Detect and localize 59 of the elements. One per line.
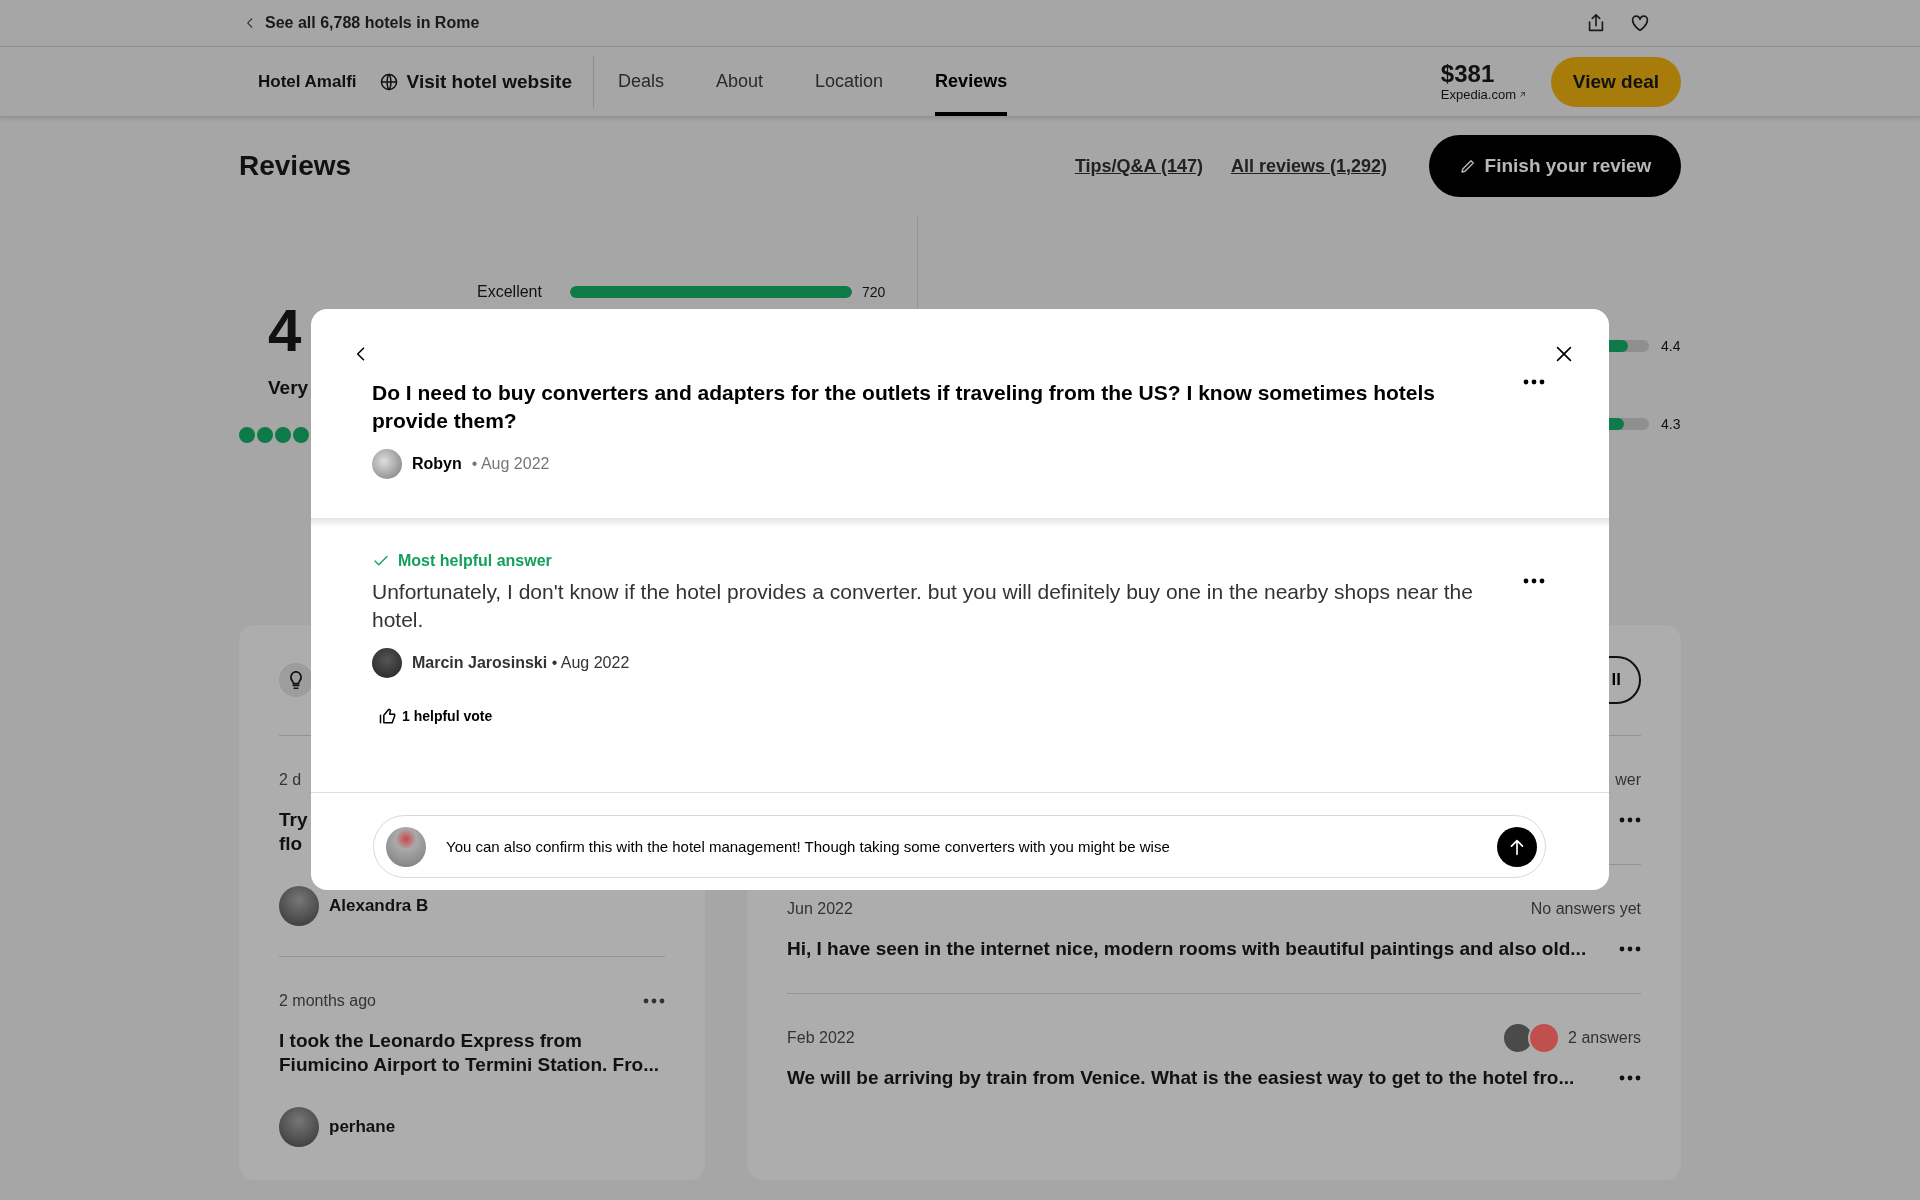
answer-status: No answers yet — [1530, 900, 1641, 918]
nav-tab[interactable]: Location — [815, 47, 884, 116]
finish-review-button[interactable]: Finish your review — [1429, 135, 1681, 197]
author-name[interactable]: Robyn — [412, 455, 462, 473]
tip-title[interactable]: Fiumicino Airport to Termini Station. Fro... — [279, 1053, 665, 1077]
more-icon[interactable] — [643, 998, 665, 1004]
avatar — [279, 886, 319, 926]
tab-link[interactable]: Tips/Q&A (147) — [1074, 155, 1203, 177]
more-icon[interactable] — [1523, 578, 1545, 584]
author-name[interactable]: Marcin Jarosinski — [412, 654, 548, 671]
avatar — [372, 449, 402, 479]
provider-name: Expedia.com — [1440, 87, 1516, 102]
heart-icon — [1629, 12, 1651, 34]
question-title[interactable]: Hi, I have seen in the internet nice, modern rooms with beautiful paintings and also old... — [787, 938, 1587, 960]
author-name[interactable]: perhane — [329, 1117, 396, 1137]
avatar — [372, 648, 402, 678]
more-icon[interactable] — [1619, 817, 1641, 823]
rating-score: 4 — [268, 301, 303, 361]
pencil-icon — [1458, 157, 1477, 175]
view-deal-button[interactable]: View deal — [1551, 56, 1681, 107]
avatar — [279, 1107, 319, 1147]
question-title[interactable]: We will be arriving by train from Venice. What is the easiest way to get to the hotel fro... — [787, 1067, 1575, 1089]
nav-tab[interactable]: Deals — [617, 47, 664, 116]
rating-label: Very — [268, 377, 310, 399]
tip-title[interactable]: I took the Leonardo Express from — [279, 1029, 665, 1053]
answer-text: Unfortunately, I don't know if the hotel provides a converter. but you will definitely buy one in the nearby shops near the hotel. — [372, 579, 1474, 633]
subrating-value: 4.4 — [1661, 338, 1681, 354]
nav-tab[interactable]: Reviews — [935, 47, 1008, 116]
answer-date: • Aug 2022 — [551, 654, 630, 671]
answer-status: 2 answers — [1568, 1029, 1641, 1047]
hotel-name: Hotel Amalfi — [258, 71, 357, 92]
tip-date: 2 months ago — [279, 992, 376, 1010]
question-date: Jun 2022 — [787, 900, 853, 918]
avatar — [386, 826, 426, 867]
rating-label: Excellent — [477, 283, 543, 301]
question-date: • Aug 2022 — [471, 455, 550, 473]
thumbs-up-icon — [378, 706, 398, 726]
more-icon[interactable] — [1523, 379, 1545, 385]
question-text: Do I need to buy converters and adapters for the outlets if traveling from the US? I know sometimes hotels provide them? — [372, 380, 1437, 434]
section-title: Reviews — [239, 150, 353, 182]
price: $381 — [1440, 61, 1496, 87]
helpful-vote-button[interactable]: 1 helpful vote — [378, 706, 493, 726]
question-date: Feb 2022 — [787, 1029, 855, 1047]
website-link[interactable]: Visit hotel website — [378, 70, 572, 93]
tip-date: 2 d — [279, 771, 302, 789]
back-link[interactable]: See all 6,788 hotels in Rome — [239, 14, 480, 32]
send-button[interactable] — [1497, 826, 1537, 867]
author-name[interactable]: Alexandra B — [329, 896, 429, 916]
helpful-label: Most helpful answer — [398, 552, 552, 570]
more-icon[interactable] — [1619, 946, 1641, 952]
subrating-value: 4.3 — [1661, 416, 1681, 432]
external-arrow-icon — [1518, 90, 1527, 99]
globe-icon — [378, 71, 399, 92]
tab-link[interactable]: All reviews (1,292) — [1230, 155, 1387, 177]
reply-input[interactable]: You can also confirm this with the hotel management! Though taking some converters with you might be wise — [444, 837, 1479, 856]
more-icon[interactable] — [1619, 1075, 1641, 1081]
nav-tab[interactable]: About — [716, 47, 764, 116]
answer-status: wer — [1615, 771, 1641, 789]
rating-count: 720 — [862, 284, 886, 300]
